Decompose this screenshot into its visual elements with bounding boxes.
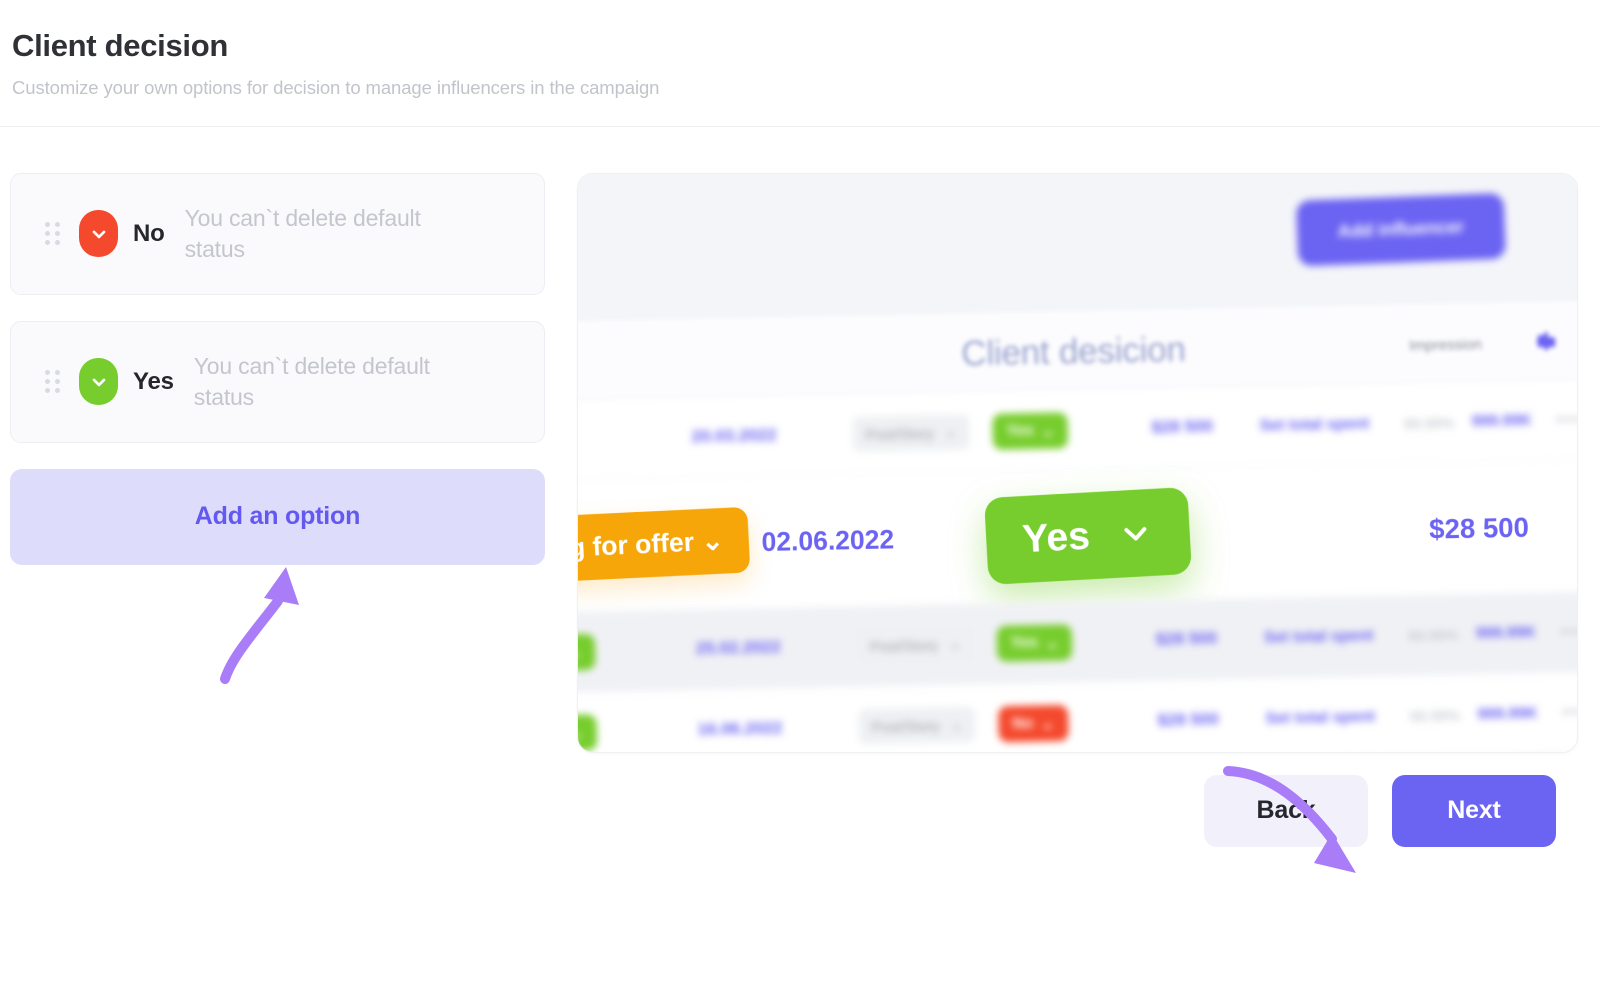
type-select-value: Post/Story xyxy=(869,635,939,654)
cell-date: 20.03.2022 xyxy=(691,425,777,446)
status-pill[interactable]: ed ⌄ xyxy=(577,713,598,751)
cell-type[interactable]: Post/Story ⌄ xyxy=(858,706,976,744)
chevron-down-icon: ⌄ xyxy=(700,525,725,557)
options-column: No You can`t delete default status Yes Y… xyxy=(0,172,545,705)
chevron-down-icon: ⌄ xyxy=(944,422,958,440)
option-hint: You can`t delete default status xyxy=(193,353,430,410)
preview-footer xyxy=(577,752,1578,753)
cell-total-spent[interactable]: Set total spent xyxy=(1264,626,1374,646)
option-name: Yes xyxy=(133,367,174,395)
preview-toolbar: Add influencer xyxy=(578,173,1577,324)
status-badge-no[interactable] xyxy=(79,210,118,258)
cell-type[interactable]: Post/Story ⌄ xyxy=(856,625,975,664)
chevron-down-icon: ⌄ xyxy=(948,634,962,652)
cell-price: $28 500 xyxy=(1155,628,1218,649)
cell-type[interactable]: Post/Story ⌄ xyxy=(852,413,970,452)
back-button[interactable]: Back xyxy=(1204,774,1368,847)
cell-price: $28 500 xyxy=(1428,510,1530,545)
preview-table-title: Client desicion xyxy=(960,328,1186,373)
main-content: No You can`t delete default status Yes Y… xyxy=(0,127,1600,873)
status-pill[interactable]: ed ⌄ xyxy=(577,632,596,671)
preview-table-row-highlighted[interactable]: ing for offer ⌄ 02.06.2022 Yes $28 500 xyxy=(578,459,1577,612)
option-card-yes[interactable]: Yes You can`t delete default status xyxy=(10,320,545,443)
cell-price: $28 500 xyxy=(1157,709,1219,729)
cell-decision[interactable]: Yes ⌄ xyxy=(992,411,1069,449)
decision-value: Yes xyxy=(1006,421,1034,440)
cell-percent: 99.99% xyxy=(1409,705,1461,724)
cell-decision[interactable]: No ⌄ xyxy=(998,704,1069,742)
chevron-down-icon: ⌄ xyxy=(1041,421,1055,440)
drag-handle-icon[interactable] xyxy=(45,370,60,394)
option-name: No xyxy=(133,219,165,247)
cell-total-spent[interactable]: Set total spent xyxy=(1265,707,1375,727)
column-header-impression: Impression xyxy=(1408,334,1482,353)
status-value: ing for offer xyxy=(577,526,695,564)
chevron-down-icon xyxy=(1124,526,1147,541)
type-select[interactable]: Post/Story ⌄ xyxy=(852,413,970,452)
cell-percent: 99.99% xyxy=(1403,413,1455,432)
status-badge-yes[interactable] xyxy=(79,358,118,406)
page-subtitle: Customize your own options for decision … xyxy=(12,76,660,98)
type-select[interactable]: Post/Story ⌄ xyxy=(856,625,975,664)
cell-price: $28 500 xyxy=(1151,416,1214,437)
cell-status[interactable]: ing for offer ⌄ xyxy=(578,506,751,584)
chevron-down-icon: ⌄ xyxy=(577,723,584,742)
type-select-value: Post/Story xyxy=(871,716,940,735)
cell-date: 16.06.2022 xyxy=(697,718,783,738)
preview-panel: Add influencer Client desicion Impressio… xyxy=(577,172,1578,753)
page-title: Client decision xyxy=(12,28,228,63)
chevron-down-icon xyxy=(92,230,105,238)
cell-status[interactable]: ed ⌄ xyxy=(577,632,596,671)
page-header: Client decision Customize your own optio… xyxy=(0,0,1600,99)
wizard-footer: Back Next xyxy=(577,765,1578,873)
row-more-button[interactable]: ••• xyxy=(1560,620,1577,643)
cell-date: 25.02.2022 xyxy=(695,637,781,658)
option-hint: You can`t delete default status xyxy=(184,205,421,262)
chevron-down-icon: ⌄ xyxy=(950,715,963,733)
curved-arrow-icon xyxy=(220,566,299,684)
cell-reach: 999.99K xyxy=(1477,703,1538,723)
decision-pill[interactable]: Yes ⌄ xyxy=(992,411,1069,449)
chevron-down-icon: ⌄ xyxy=(1045,633,1059,652)
status-pill[interactable]: ing for offer ⌄ xyxy=(577,506,751,584)
type-select[interactable]: Post/Story ⌄ xyxy=(858,706,976,744)
decision-pill[interactable]: No ⌄ xyxy=(998,704,1069,742)
decision-pill-highlighted[interactable]: Yes xyxy=(983,486,1192,585)
option-card-no[interactable]: No You can`t delete default status xyxy=(10,172,545,295)
next-button[interactable]: Next xyxy=(1392,774,1556,847)
decision-value: Yes xyxy=(1021,513,1092,561)
cell-status[interactable]: ed ⌄ xyxy=(577,713,598,751)
add-option-annotation-arrow xyxy=(10,565,545,705)
gear-icon[interactable] xyxy=(1532,327,1560,355)
decision-value: No xyxy=(1012,713,1034,733)
decision-pill[interactable]: Yes ⌄ xyxy=(996,623,1073,661)
cell-total-spent[interactable]: Set total spent xyxy=(1259,414,1369,434)
chevron-down-icon: ⌄ xyxy=(577,642,582,662)
chevron-down-icon: ⌄ xyxy=(1040,713,1055,733)
drag-handle-icon[interactable] xyxy=(45,222,60,246)
row-more-button[interactable]: ••• xyxy=(1556,408,1577,431)
cell-reach: 999.99K xyxy=(1475,623,1537,643)
cell-percent: 99.99% xyxy=(1407,625,1459,644)
chevron-down-icon xyxy=(92,378,105,386)
cell-decision[interactable]: Yes ⌄ xyxy=(996,623,1073,661)
add-influencer-button[interactable]: Add influencer xyxy=(1295,192,1506,266)
cell-reach: 999.99K xyxy=(1471,411,1532,431)
row-more-button[interactable]: ••• xyxy=(1562,700,1577,723)
add-option-button[interactable]: Add an option xyxy=(10,468,545,565)
decision-value: Yes xyxy=(1010,633,1039,652)
cell-date: 02.06.2022 xyxy=(761,524,895,557)
preview-column: Add influencer Client desicion Impressio… xyxy=(545,172,1600,873)
type-select-value: Post/Story xyxy=(865,423,935,442)
